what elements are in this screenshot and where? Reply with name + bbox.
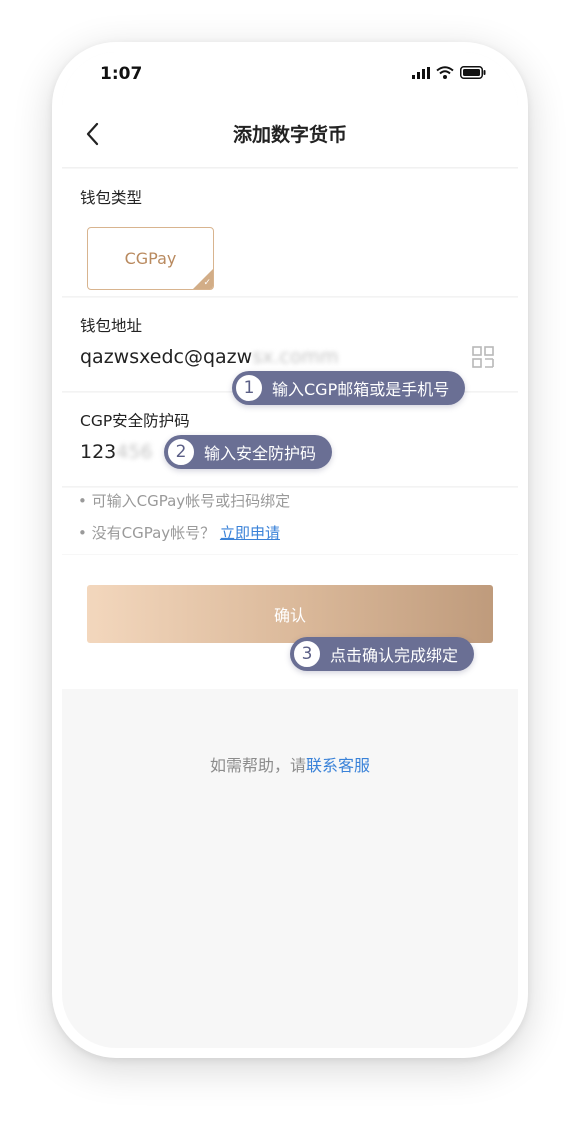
check-icon: ✓ <box>203 278 211 288</box>
app-screen: 1:07 添加数字货币 钱包类型 CGPay ✓ 钱包地址 qazwsxedc@… <box>62 52 518 1048</box>
callout-1: 1 输入CGP邮箱或是手机号 <box>232 371 466 405</box>
security-code-label: CGP安全防护码 <box>80 412 190 430</box>
tip-line-2: • 没有CGPay帐号？ 立即申请 <box>78 522 280 543</box>
tips-section: • 可输入CGPay帐号或扫码绑定 • 没有CGPay帐号？ 立即申请 <box>62 488 518 554</box>
wallet-option-label: CGPay <box>124 249 177 268</box>
help-prefix: 如需帮助，请 <box>209 756 306 775</box>
status-icons <box>412 66 486 79</box>
wallet-address-blurred: sx.comm <box>252 346 339 368</box>
phone-frame: 1:07 添加数字货币 钱包类型 CGPay ✓ 钱包地址 qazwsxedc@… <box>52 42 528 1058</box>
nav-bar: 添加数字货币 <box>62 100 518 168</box>
wallet-address-input[interactable]: qazwsxedc@qazwsx.comm <box>80 346 338 368</box>
status-bar: 1:07 <box>62 52 518 100</box>
callout-2-text: 输入安全防护码 <box>204 444 317 463</box>
wallet-option-cgpay[interactable]: CGPay ✓ <box>87 227 214 290</box>
contact-support-link[interactable]: 联系客服 <box>306 756 370 775</box>
callout-3-number: 3 <box>292 639 322 669</box>
wallet-type-label: 钱包类型 <box>80 189 143 207</box>
callout-3-text: 点击确认完成绑定 <box>330 646 459 665</box>
help-text: 如需帮助，请联系客服 <box>62 752 518 776</box>
security-code-input[interactable]: 123456 <box>80 441 153 463</box>
status-time: 1:07 <box>100 64 143 84</box>
tip-line-1: • 可输入CGPay帐号或扫码绑定 <box>78 492 291 510</box>
security-code-blurred: 456 <box>116 441 153 463</box>
wallet-address-value: qazwsxedc@qazw <box>80 346 253 368</box>
qr-scan-icon[interactable] <box>472 346 494 368</box>
wallet-address-label: 钱包地址 <box>80 317 143 335</box>
callout-2: 2 输入安全防护码 <box>164 435 333 469</box>
security-code-value: 123 <box>80 441 117 463</box>
confirm-button[interactable]: 确认 <box>87 585 493 643</box>
callout-1-text: 输入CGP邮箱或是手机号 <box>272 380 450 399</box>
callout-1-number: 1 <box>234 373 264 403</box>
callout-2-number: 2 <box>166 437 196 467</box>
battery-icon <box>460 66 486 79</box>
wallet-type-section: 钱包类型 CGPay ✓ <box>62 169 518 297</box>
wifi-icon <box>436 66 454 79</box>
signal-icon <box>412 66 430 79</box>
callout-3: 3 点击确认完成绑定 <box>290 637 475 671</box>
apply-now-link[interactable]: 立即申请 <box>220 524 280 542</box>
page-title: 添加数字货币 <box>232 124 347 146</box>
tip-line-2-prefix: • 没有CGPay帐号？ <box>78 524 216 542</box>
